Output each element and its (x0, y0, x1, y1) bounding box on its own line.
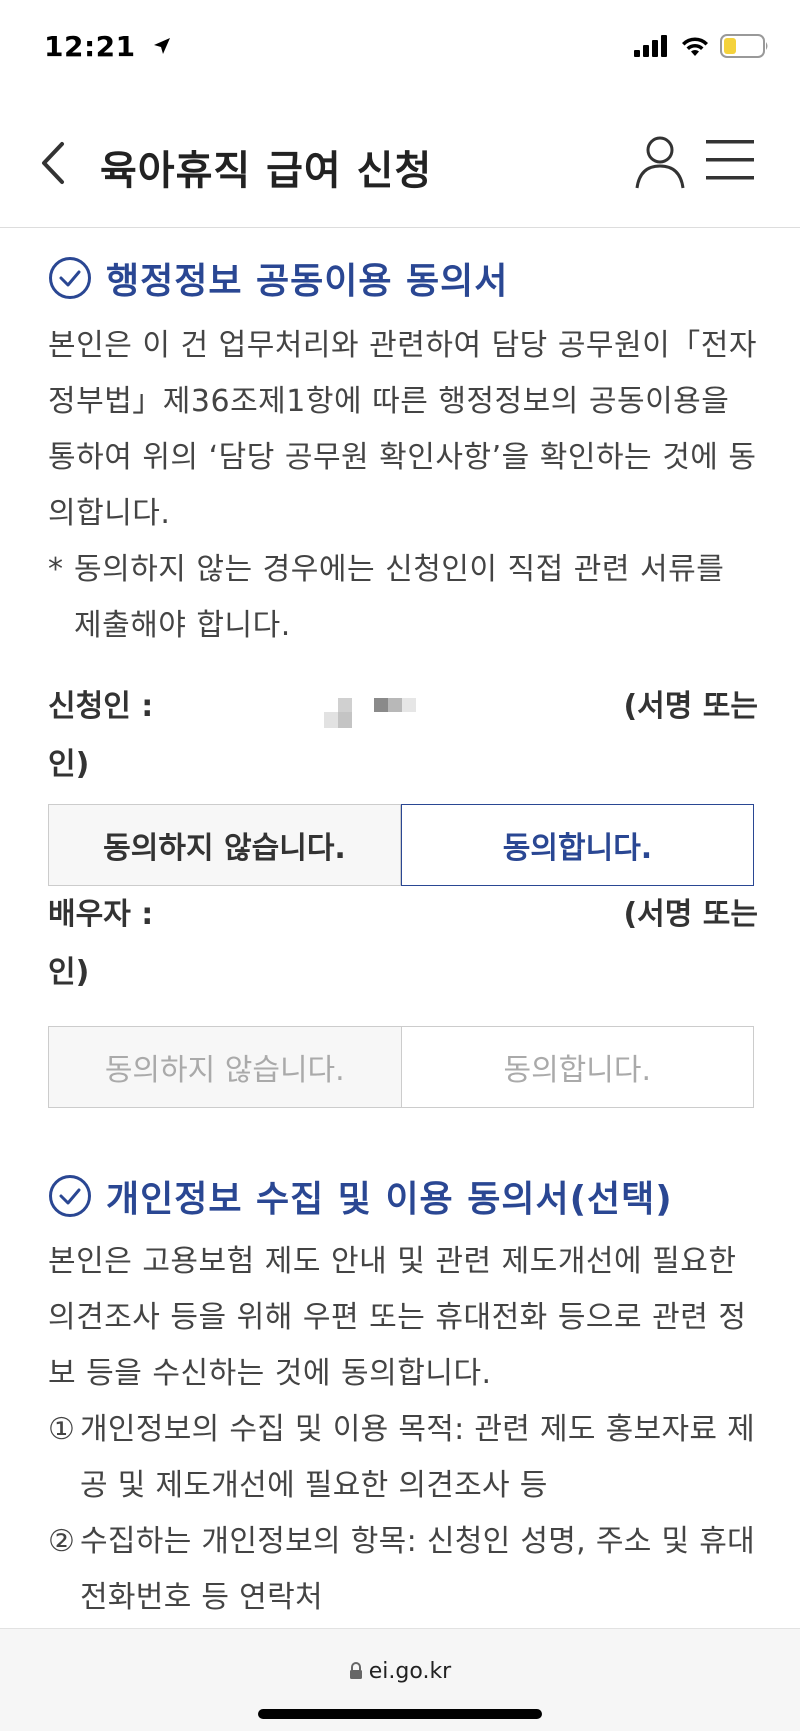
spouse-disagree-button[interactable]: 동의하지 않습니다. (48, 1026, 402, 1108)
check-circle-icon (49, 257, 91, 299)
applicant-seal-cont: 인) (48, 747, 90, 782)
user-icon (635, 136, 685, 189)
privacy-item-number: ② (48, 1524, 76, 1559)
wifi-icon (680, 35, 710, 61)
applicant-consent-buttons: 동의하지 않습니다. 동의합니다. (48, 804, 754, 886)
applicant-signature-row: 신청인 : (서명 또는 인) (48, 678, 758, 794)
check-circle-icon (49, 1175, 91, 1217)
section-title-text: 개인정보 수집 및 이용 동의서(선택) (106, 1179, 673, 1220)
privacy-item-text: 개인정보의 수집 및 이용 목적: 관련 제도 홍보자료 제공 및 제도개선에 … (80, 1412, 755, 1503)
spouse-consent-buttons: 동의하지 않습니다. 동의합니다. (48, 1026, 754, 1108)
status-icons (634, 34, 770, 62)
back-chevron-icon (42, 142, 64, 184)
note-mark: * (48, 552, 64, 587)
location-arrow-icon (152, 30, 172, 63)
content: 행정정보 공동이용 동의서 본인은 이 건 업무처리와 관련하여 담당 공무원이… (48, 228, 758, 1626)
spouse-seal-label: (서명 또는 (623, 897, 758, 932)
menu-button[interactable] (706, 138, 754, 182)
lock-icon (349, 1662, 362, 1679)
user-button[interactable] (634, 134, 686, 190)
section-title-admin-info: 행정정보 공동이용 동의서 (48, 252, 758, 304)
spouse-label: 배우자 : (48, 897, 154, 932)
privacy-item-text: 수집하는 개인정보의 항목: 신청인 성명, 주소 및 휴대전화번호 등 연락처 (80, 1524, 755, 1615)
status-time-text: 12:21 (44, 30, 136, 63)
note-text: 동의하지 않는 경우에는 신청인이 직접 관련 서류를 제출해야 합니다. (74, 552, 725, 643)
section-body: 본인은 이 건 업무처리와 관련하여 담당 공무원이「전자정부법」제36조제1항… (48, 328, 757, 531)
status-bar: 12:21 (0, 0, 800, 100)
page-title: 육아휴직 급여 신청 (100, 148, 433, 194)
browser-url-bar[interactable]: ei.go.kr (0, 1628, 800, 1731)
battery-icon (720, 34, 770, 62)
section-note: * 동의하지 않는 경우에는 신청인이 직접 관련 서류를 제출해야 합니다. (48, 542, 758, 654)
signal-icon (634, 35, 670, 61)
menu-icon (706, 140, 754, 180)
spouse-signature-row: 배우자 : (서명 또는 인) (48, 886, 758, 1002)
privacy-item-number: ① (48, 1412, 76, 1447)
privacy-item: ② 수집하는 개인정보의 항목: 신청인 성명, 주소 및 휴대전화번호 등 연락… (48, 1514, 758, 1626)
spouse-agree-button[interactable]: 동의합니다. (401, 1026, 754, 1108)
applicant-agree-button[interactable]: 동의합니다. (401, 804, 754, 886)
home-indicator (258, 1709, 542, 1719)
applicant-label: 신청인 : (48, 689, 154, 724)
status-time: 12:21 (44, 30, 172, 63)
privacy-body: 본인은 고용보험 제도 안내 및 관련 제도개선에 필요한 의견조사 등을 위해… (48, 1244, 747, 1391)
applicant-name-redacted (324, 692, 420, 728)
section-title-privacy: 개인정보 수집 및 이용 동의서(선택) (48, 1170, 758, 1222)
section-title-text: 행정정보 공동이용 동의서 (106, 261, 509, 302)
url-display[interactable]: ei.go.kr (0, 1659, 800, 1684)
applicant-seal-label: (서명 또는 (623, 689, 758, 724)
app-header: 육아휴직 급여 신청 (0, 100, 800, 228)
url-text: ei.go.kr (368, 1659, 452, 1684)
privacy-item: ① 개인정보의 수집 및 이용 목적: 관련 제도 홍보자료 제공 및 제도개선에… (48, 1402, 758, 1514)
applicant-disagree-button[interactable]: 동의하지 않습니다. (48, 804, 401, 886)
spouse-seal-cont: 인) (48, 955, 90, 990)
back-button[interactable] (34, 138, 74, 188)
